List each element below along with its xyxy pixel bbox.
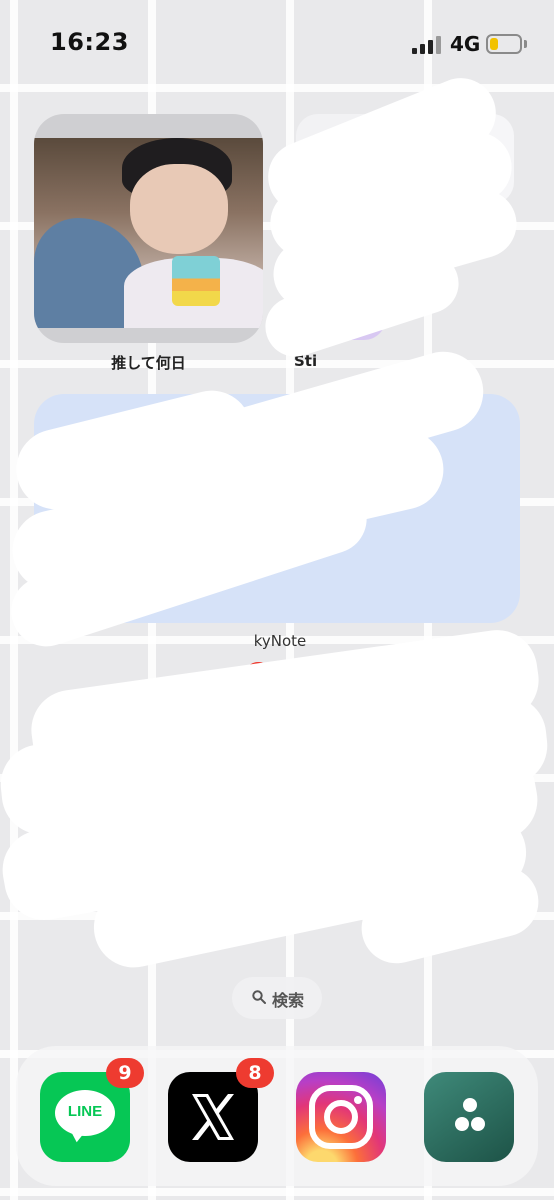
line-badge: 9 — [106, 1058, 144, 1088]
x-badge: 8 — [236, 1058, 274, 1088]
magnifier-icon — [252, 990, 266, 1004]
dots-app-icon[interactable] — [424, 1072, 514, 1162]
battery-tip — [524, 40, 527, 48]
status-bar: 16:23 4G — [0, 0, 554, 88]
photo-widget-label: 推して何日 — [111, 354, 186, 372]
home-search-button[interactable]: 検索 — [232, 977, 322, 1019]
battery-icon — [486, 34, 522, 54]
instagram-app-icon[interactable] — [296, 1072, 386, 1162]
widget-photo — [34, 138, 263, 328]
cellular-signal-icon — [412, 34, 442, 54]
status-time: 16:23 — [50, 28, 129, 56]
network-type: 4G — [450, 32, 481, 56]
instagram-icon — [309, 1085, 373, 1149]
three-dots-icon — [455, 1098, 485, 1131]
notes-widget-label: kyNote — [253, 632, 307, 650]
photo-widget[interactable] — [34, 114, 263, 343]
search-label: 検索 — [272, 991, 305, 1010]
